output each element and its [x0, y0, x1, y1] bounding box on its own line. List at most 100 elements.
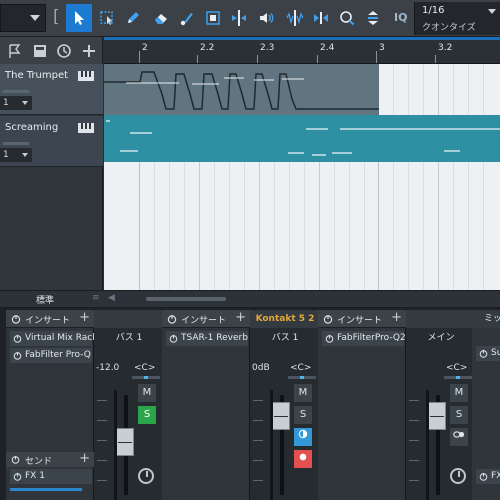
track-name[interactable]: Screaming	[5, 122, 58, 133]
listen-tool-button[interactable]	[253, 4, 279, 32]
power-icon[interactable]	[169, 334, 178, 343]
input-gain-knob[interactable]	[138, 468, 154, 484]
quantize-label: クオンタイズ	[422, 23, 476, 33]
power-icon[interactable]	[13, 472, 22, 481]
toolbar-dropdown[interactable]	[0, 4, 46, 32]
timeline-ruler[interactable]: 2 2.2 2.3 2.4 3 3.2	[104, 37, 500, 64]
monitor-button[interactable]	[294, 428, 312, 446]
insert-label: インサート	[337, 316, 383, 326]
channel-selector[interactable]: 1	[0, 96, 32, 110]
paint-tool-button[interactable]	[174, 4, 200, 32]
channel-selector[interactable]: 1	[0, 148, 32, 162]
send-slot[interactable]: FX 2	[476, 469, 500, 484]
power-icon[interactable]	[13, 334, 22, 343]
track-view-icon[interactable]	[31, 42, 49, 60]
audio-bend-tool-button[interactable]	[308, 4, 334, 32]
track-level-bar[interactable]	[3, 142, 29, 145]
insert-slot[interactable]: FabFilterPro-Q22	[322, 331, 411, 346]
pan-readout[interactable]: <C>	[446, 363, 467, 373]
power-icon[interactable]	[11, 314, 21, 324]
pan-slider[interactable]	[132, 376, 160, 379]
add-insert-icon[interactable]: +	[391, 310, 402, 325]
send-slot[interactable]: FX 1	[10, 469, 92, 484]
pan-readout[interactable]: <C>	[290, 363, 311, 373]
clock-icon[interactable]	[55, 42, 73, 60]
mute-button[interactable]: M	[138, 384, 156, 402]
insert-slot[interactable]: TSAR-1 Reverb	[166, 331, 248, 346]
flag-icon[interactable]	[6, 42, 24, 60]
channel-title[interactable]: Kontakt 5 2	[250, 310, 320, 328]
chevron-down-icon	[30, 15, 40, 21]
output-knob[interactable]	[450, 468, 466, 484]
insert-slot[interactable]: Sup	[476, 346, 500, 361]
insert-slot[interactable]: FabFilter Pro-Q 2	[10, 348, 99, 363]
quantize-tool-button[interactable]	[334, 4, 360, 32]
output-bus-label[interactable]: バス 1	[250, 330, 320, 344]
insert-slot[interactable]: Virtual Mix Rack	[10, 331, 97, 346]
pan-slider[interactable]	[288, 376, 316, 379]
fader-scale	[253, 390, 267, 500]
bend-tool-button[interactable]	[282, 4, 308, 32]
mute-button[interactable]: M	[294, 384, 312, 402]
toolbar: [IQ 1/16 クオンタイズ	[0, 0, 500, 37]
range-tool-button[interactable]	[94, 4, 120, 32]
power-icon[interactable]	[13, 351, 22, 360]
add-insert-icon[interactable]: +	[79, 310, 90, 325]
add-send-icon[interactable]: +	[79, 451, 90, 466]
track-header-screaming[interactable]: Screaming 1	[0, 116, 103, 167]
volume-readout[interactable]: -12.0	[96, 363, 119, 373]
standard-label[interactable]: 標準	[36, 293, 54, 306]
bracket-icon: [	[53, 7, 60, 27]
track-list: The Trumpet 1 Screaming 1	[0, 64, 103, 290]
quantize-selector[interactable]: 1/16 クオンタイズ	[414, 2, 500, 35]
split-tool-button[interactable]	[226, 4, 252, 32]
channel-strip-1: バス 1 -12.0 <C> M S	[94, 310, 164, 500]
mute-button[interactable]: M	[450, 384, 468, 402]
power-icon[interactable]	[323, 314, 333, 324]
ruler-tick	[376, 51, 377, 63]
solo-button[interactable]: S	[450, 406, 468, 424]
add-insert-icon[interactable]: +	[235, 310, 246, 325]
track-header-trumpet[interactable]: The Trumpet 1	[0, 64, 103, 115]
channel-title	[94, 310, 164, 328]
add-track-icon[interactable]	[80, 42, 98, 60]
send-level-bar[interactable]	[10, 488, 82, 491]
volume-fader-handle[interactable]	[116, 428, 134, 456]
ruler-tick-label: 2.3	[260, 43, 275, 53]
channel-title	[406, 310, 476, 328]
output-bus-label[interactable]: バス 1	[94, 330, 164, 344]
menu-lines-icon[interactable]: ≡	[92, 293, 100, 303]
iq-label[interactable]: IQ	[394, 11, 407, 24]
output-bus-label[interactable]: メイン	[406, 330, 476, 344]
clip-screaming[interactable]	[104, 115, 500, 162]
power-icon[interactable]	[479, 349, 488, 358]
power-icon[interactable]	[325, 334, 334, 343]
track-name[interactable]: The Trumpet	[5, 70, 68, 81]
volume-fader-handle[interactable]	[428, 402, 446, 430]
mute-tool-button[interactable]	[200, 4, 226, 32]
link-button[interactable]	[450, 428, 468, 446]
record-button[interactable]	[294, 450, 312, 468]
tempo-tool-button[interactable]	[360, 4, 386, 32]
grid-line	[468, 64, 469, 290]
pencil-tool-button[interactable]	[120, 4, 146, 32]
power-icon[interactable]	[11, 455, 20, 464]
solo-button[interactable]: S	[294, 406, 312, 424]
eraser-tool-button[interactable]	[148, 4, 174, 32]
arrow-tool-button[interactable]	[66, 4, 92, 32]
ruler-tick	[317, 55, 318, 63]
pan-slider[interactable]	[444, 376, 472, 379]
volume-readout[interactable]: 0dB	[252, 363, 270, 373]
track-level-bar[interactable]	[3, 90, 29, 93]
clip-trumpet[interactable]	[104, 64, 379, 115]
power-icon[interactable]	[167, 314, 177, 324]
insert-label: インサート	[181, 316, 227, 326]
horizontal-scrollbar[interactable]	[146, 297, 226, 301]
volume-fader-handle[interactable]	[272, 402, 290, 430]
pan-readout[interactable]: <C>	[134, 363, 155, 373]
loop-range-bar[interactable]	[104, 37, 500, 40]
power-icon[interactable]	[479, 472, 488, 481]
solo-button[interactable]: S	[138, 406, 156, 424]
arrange-view[interactable]	[104, 64, 500, 290]
scroll-left-icon[interactable]: ◀	[108, 293, 115, 303]
